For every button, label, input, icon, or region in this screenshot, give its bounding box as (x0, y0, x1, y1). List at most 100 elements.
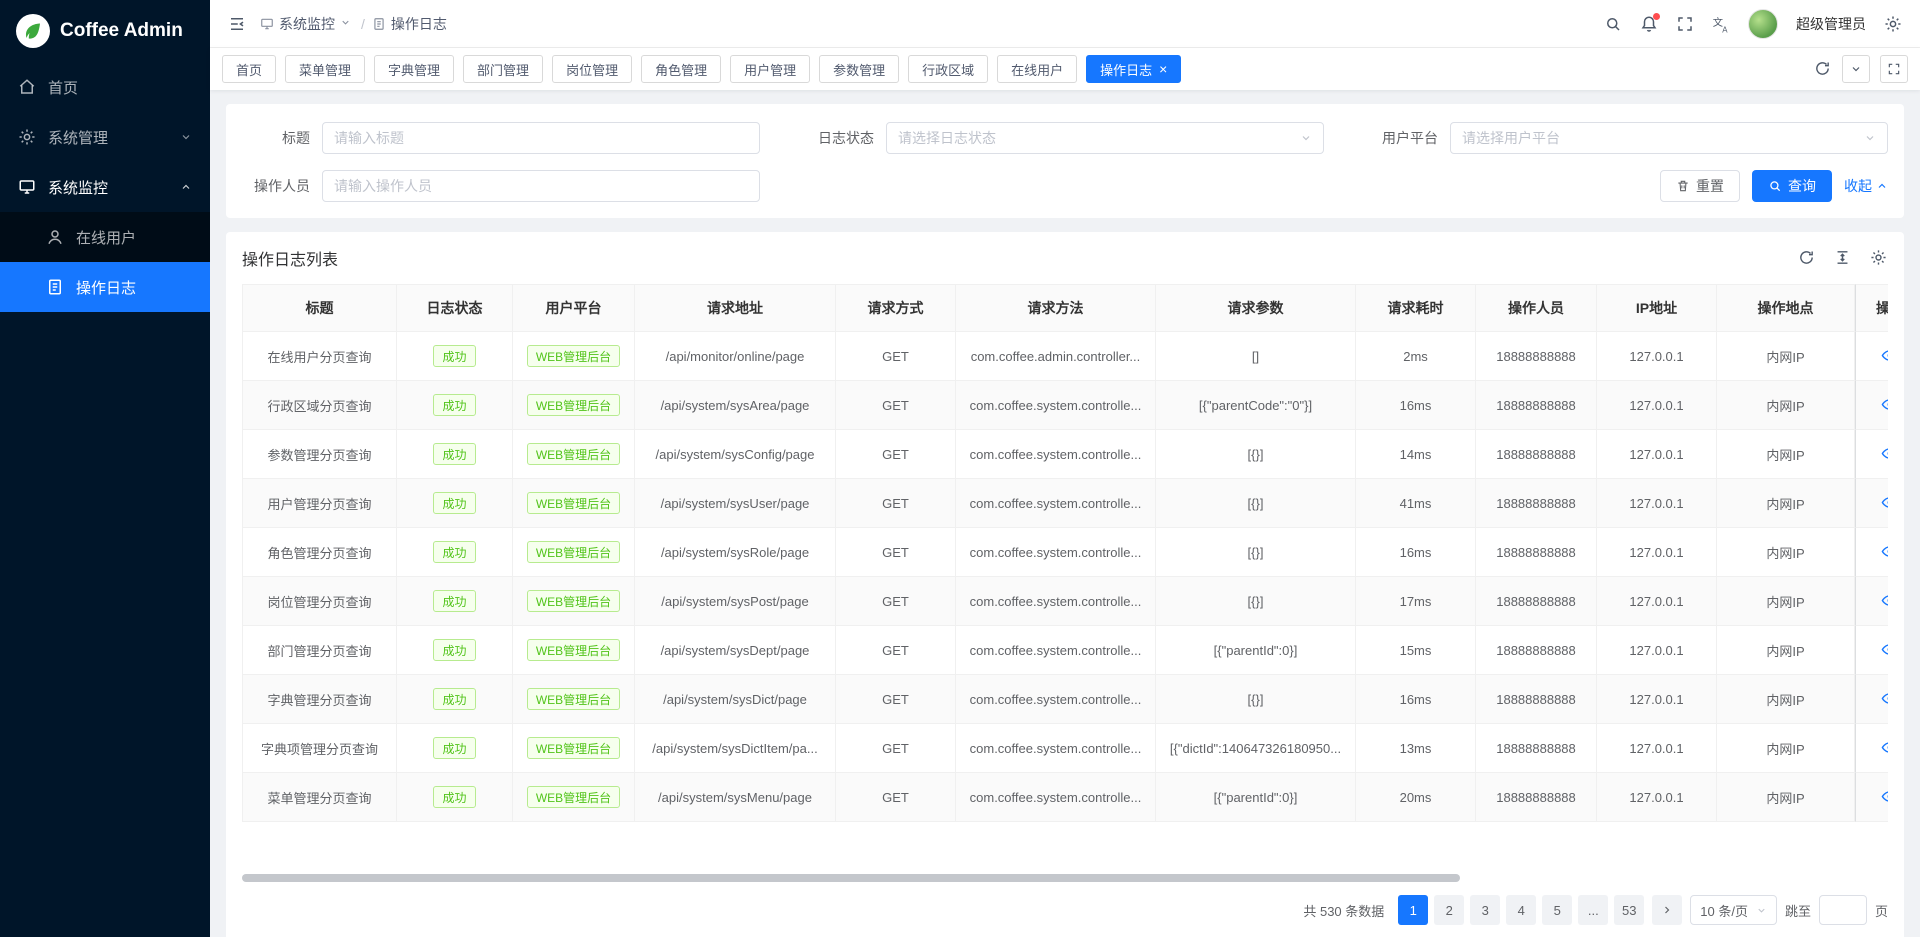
avatar[interactable] (1748, 9, 1778, 39)
row-density-icon[interactable] (1834, 249, 1852, 267)
cell-ip: 127.0.0.1 (1597, 626, 1717, 675)
notification-bell-icon[interactable] (1640, 15, 1658, 33)
cell-title: 角色管理分页查询 (242, 528, 397, 577)
menu-fold-icon[interactable] (228, 15, 246, 33)
view-detail-eye-icon[interactable] (1881, 739, 1888, 757)
tab[interactable]: 首页 (222, 55, 276, 83)
status-badge: 成功 (433, 737, 475, 759)
cell-location: 内网IP (1717, 675, 1855, 724)
operator-input[interactable] (322, 170, 760, 202)
username[interactable]: 超级管理员 (1796, 14, 1866, 34)
log-icon (372, 17, 386, 31)
reset-button[interactable]: 重置 (1660, 170, 1740, 202)
card-tools (1798, 249, 1888, 267)
next-page-button[interactable] (1652, 895, 1682, 925)
column-header[interactable]: 请求方式 (836, 284, 956, 332)
view-detail-eye-icon[interactable] (1881, 641, 1888, 659)
sidebar-item-system-management[interactable]: 系统管理 (0, 112, 210, 162)
view-detail-eye-icon[interactable] (1881, 592, 1888, 610)
cell-handler: com.coffee.system.controlle... (956, 577, 1156, 626)
jump-page-input[interactable] (1819, 895, 1867, 925)
refresh-icon[interactable] (1814, 60, 1832, 78)
sidebar-item-online-users[interactable]: 在线用户 (0, 212, 210, 262)
column-header[interactable]: 操作地点 (1717, 284, 1855, 332)
column-header[interactable]: 请求方法 (956, 284, 1156, 332)
page-button[interactable]: 2 (1434, 895, 1464, 925)
page-button[interactable]: 5 (1542, 895, 1572, 925)
search-icon[interactable] (1604, 15, 1622, 33)
tab-actions-dropdown[interactable] (1842, 55, 1870, 83)
page-size-select[interactable]: 10 条/页 (1690, 895, 1777, 925)
view-detail-eye-icon[interactable] (1881, 690, 1888, 708)
title-input[interactable] (322, 122, 760, 154)
tab[interactable]: 部门管理 (463, 55, 543, 83)
view-detail-eye-icon[interactable] (1881, 347, 1888, 365)
settings-gear-icon[interactable] (1884, 15, 1902, 33)
tab[interactable]: 岗位管理 (552, 55, 632, 83)
content-fullscreen-icon[interactable] (1880, 55, 1908, 83)
log-status-select[interactable]: 请选择日志状态 (886, 122, 1324, 154)
sidebar-item-system-monitor[interactable]: 系统监控 (0, 162, 210, 212)
cell-handler: com.coffee.system.controlle... (956, 381, 1156, 430)
translate-icon[interactable]: 文A (1712, 15, 1730, 33)
platform-badge: WEB管理后台 (527, 688, 620, 710)
breadcrumb-current-label: 操作日志 (391, 14, 447, 34)
column-header[interactable]: 请求参数 (1156, 284, 1356, 332)
tab[interactable]: 用户管理 (730, 55, 810, 83)
filter-panel: 标题 日志状态 请选择日志状态 用户平台 (226, 104, 1904, 218)
column-settings-gear-icon[interactable] (1870, 249, 1888, 267)
platform-badge: WEB管理后台 (527, 590, 620, 612)
page-button[interactable]: 53 (1614, 895, 1644, 925)
tab[interactable]: 角色管理 (641, 55, 721, 83)
cell-location: 内网IP (1717, 381, 1855, 430)
tab-label: 用户管理 (744, 60, 796, 79)
cell-location: 内网IP (1717, 332, 1855, 381)
cell-params: [{}] (1156, 675, 1356, 724)
view-detail-eye-icon[interactable] (1881, 445, 1888, 463)
app-logo[interactable]: Coffee Admin (0, 0, 210, 62)
page-button[interactable]: ... (1578, 895, 1608, 925)
view-detail-eye-icon[interactable] (1881, 494, 1888, 512)
page-button[interactable]: 3 (1470, 895, 1500, 925)
breadcrumb-parent[interactable]: 系统监控 (260, 14, 354, 34)
column-header[interactable]: IP地址 (1597, 284, 1717, 332)
table-row: 字典项管理分页查询 成功 WEB管理后台 /api/system/sysDict… (242, 724, 1888, 773)
view-detail-eye-icon[interactable] (1881, 396, 1888, 414)
tab[interactable]: 操作日志 × (1086, 55, 1181, 83)
column-header[interactable]: 日志状态 (397, 284, 513, 332)
view-detail-eye-icon[interactable] (1881, 788, 1888, 806)
view-detail-eye-icon[interactable] (1881, 543, 1888, 561)
column-header[interactable]: 用户平台 (513, 284, 635, 332)
sidebar-item-home[interactable]: 首页 (0, 62, 210, 112)
tab[interactable]: 菜单管理 (285, 55, 365, 83)
sidebar-item-operation-log[interactable]: 操作日志 (0, 262, 210, 312)
tab-close-icon[interactable]: × (1159, 62, 1167, 76)
page-button[interactable]: 1 (1398, 895, 1428, 925)
cell-operator: 18888888888 (1476, 528, 1597, 577)
scrollbar-thumb[interactable] (242, 874, 1460, 882)
tab[interactable]: 字典管理 (374, 55, 454, 83)
cell-status: 成功 (397, 626, 513, 675)
tab[interactable]: 参数管理 (819, 55, 899, 83)
column-header[interactable]: 请求地址 (635, 284, 836, 332)
cell-params: [] (1156, 332, 1356, 381)
cell-platform: WEB管理后台 (513, 332, 635, 381)
column-header[interactable]: 操作人员 (1476, 284, 1597, 332)
fullscreen-icon[interactable] (1676, 15, 1694, 33)
page-button[interactable]: 4 (1506, 895, 1536, 925)
table-row: 字典管理分页查询 成功 WEB管理后台 /api/system/sysDict/… (242, 675, 1888, 724)
collapse-filters-link[interactable]: 收起 (1844, 176, 1888, 196)
table-body: 在线用户分页查询 成功 WEB管理后台 /api/monitor/online/… (242, 332, 1888, 822)
log-status-placeholder: 请选择日志状态 (898, 128, 996, 148)
refresh-icon[interactable] (1798, 249, 1816, 267)
tab[interactable]: 行政区域 (908, 55, 988, 83)
column-header[interactable]: 标题 (242, 284, 397, 332)
cell-operator: 18888888888 (1476, 479, 1597, 528)
tab[interactable]: 在线用户 (997, 55, 1077, 83)
column-header[interactable]: 请求耗时 (1356, 284, 1476, 332)
cell-location: 内网IP (1717, 577, 1855, 626)
column-header[interactable]: 操作 (1855, 284, 1888, 332)
search-button[interactable]: 查询 (1752, 170, 1832, 202)
cell-ip: 127.0.0.1 (1597, 724, 1717, 773)
user-platform-select[interactable]: 请选择用户平台 (1450, 122, 1888, 154)
